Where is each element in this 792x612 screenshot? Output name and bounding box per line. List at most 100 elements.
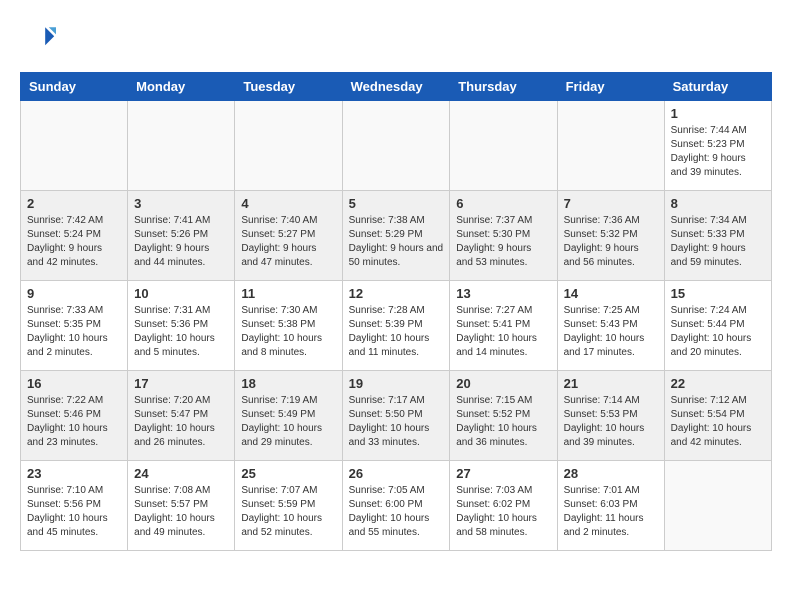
calendar-week-row: 2 Sunrise: 7:42 AM Sunset: 5:24 PM Daylig… <box>21 191 772 281</box>
calendar-day-cell: 7 Sunrise: 7:36 AM Sunset: 5:32 PM Daylig… <box>557 191 664 281</box>
calendar-day-cell <box>557 101 664 191</box>
calendar-day-cell <box>450 101 557 191</box>
calendar-week-row: 9 Sunrise: 7:33 AM Sunset: 5:35 PM Daylig… <box>21 281 772 371</box>
calendar-day-cell: 20 Sunrise: 7:15 AM Sunset: 5:52 PM Dayli… <box>450 371 557 461</box>
calendar-header-tuesday: Tuesday <box>235 73 342 101</box>
day-number: 16 <box>27 376 121 391</box>
calendar-day-cell: 22 Sunrise: 7:12 AM Sunset: 5:54 PM Dayli… <box>664 371 771 461</box>
calendar-day-cell <box>664 461 771 551</box>
calendar-header-thursday: Thursday <box>450 73 557 101</box>
day-info: Sunrise: 7:15 AM Sunset: 5:52 PM Dayligh… <box>456 394 550 450</box>
calendar-day-cell: 12 Sunrise: 7:28 AM Sunset: 5:39 PM Dayli… <box>342 281 450 371</box>
calendar-week-row: 16 Sunrise: 7:22 AM Sunset: 5:46 PM Dayli… <box>21 371 772 461</box>
day-info: Sunrise: 7:41 AM Sunset: 5:26 PM Dayligh… <box>134 214 228 270</box>
calendar-day-cell: 9 Sunrise: 7:33 AM Sunset: 5:35 PM Daylig… <box>21 281 128 371</box>
calendar-day-cell <box>21 101 128 191</box>
calendar-day-cell: 1 Sunrise: 7:44 AM Sunset: 5:23 PM Daylig… <box>664 101 771 191</box>
calendar-day-cell: 3 Sunrise: 7:41 AM Sunset: 5:26 PM Daylig… <box>128 191 235 281</box>
calendar-header-wednesday: Wednesday <box>342 73 450 101</box>
day-info: Sunrise: 7:07 AM Sunset: 5:59 PM Dayligh… <box>241 484 335 540</box>
day-number: 13 <box>456 286 550 301</box>
calendar-day-cell: 24 Sunrise: 7:08 AM Sunset: 5:57 PM Dayli… <box>128 461 235 551</box>
day-number: 20 <box>456 376 550 391</box>
calendar-day-cell: 2 Sunrise: 7:42 AM Sunset: 5:24 PM Daylig… <box>21 191 128 281</box>
day-number: 10 <box>134 286 228 301</box>
day-number: 21 <box>564 376 658 391</box>
day-info: Sunrise: 7:33 AM Sunset: 5:35 PM Dayligh… <box>27 304 121 360</box>
calendar-day-cell: 4 Sunrise: 7:40 AM Sunset: 5:27 PM Daylig… <box>235 191 342 281</box>
calendar-day-cell: 26 Sunrise: 7:05 AM Sunset: 6:00 PM Dayli… <box>342 461 450 551</box>
calendar-day-cell: 28Sunrise: 7:01 AM Sunset: 6:03 PM Dayli… <box>557 461 664 551</box>
day-number: 2 <box>27 196 121 211</box>
day-number: 8 <box>671 196 765 211</box>
day-number: 6 <box>456 196 550 211</box>
calendar-day-cell <box>342 101 450 191</box>
calendar-day-cell: 25 Sunrise: 7:07 AM Sunset: 5:59 PM Dayli… <box>235 461 342 551</box>
day-info: Sunrise: 7:03 AM Sunset: 6:02 PM Dayligh… <box>456 484 550 540</box>
calendar-day-cell: 5 Sunrise: 7:38 AM Sunset: 5:29 PM Daylig… <box>342 191 450 281</box>
calendar-day-cell: 18 Sunrise: 7:19 AM Sunset: 5:49 PM Dayli… <box>235 371 342 461</box>
calendar-day-cell: 10 Sunrise: 7:31 AM Sunset: 5:36 PM Dayli… <box>128 281 235 371</box>
day-number: 24 <box>134 466 228 481</box>
day-info: Sunrise: 7:14 AM Sunset: 5:53 PM Dayligh… <box>564 394 658 450</box>
day-info: Sunrise: 7:36 AM Sunset: 5:32 PM Dayligh… <box>564 214 658 270</box>
calendar-day-cell: 27 Sunrise: 7:03 AM Sunset: 6:02 PM Dayli… <box>450 461 557 551</box>
calendar-week-row: 1 Sunrise: 7:44 AM Sunset: 5:23 PM Daylig… <box>21 101 772 191</box>
day-info: Sunrise: 7:40 AM Sunset: 5:27 PM Dayligh… <box>241 214 335 270</box>
day-number: 27 <box>456 466 550 481</box>
day-number: 26 <box>349 466 444 481</box>
calendar-day-cell: 16 Sunrise: 7:22 AM Sunset: 5:46 PM Dayli… <box>21 371 128 461</box>
calendar-header-row: SundayMondayTuesdayWednesdayThursdayFrid… <box>21 73 772 101</box>
day-info: Sunrise: 7:08 AM Sunset: 5:57 PM Dayligh… <box>134 484 228 540</box>
day-info: Sunrise: 7:20 AM Sunset: 5:47 PM Dayligh… <box>134 394 228 450</box>
day-info: Sunrise: 7:34 AM Sunset: 5:33 PM Dayligh… <box>671 214 765 270</box>
calendar-day-cell: 13 Sunrise: 7:27 AM Sunset: 5:41 PM Dayli… <box>450 281 557 371</box>
day-number: 22 <box>671 376 765 391</box>
calendar-day-cell: 11Sunrise: 7:30 AM Sunset: 5:38 PM Dayli… <box>235 281 342 371</box>
day-info: Sunrise: 7:19 AM Sunset: 5:49 PM Dayligh… <box>241 394 335 450</box>
day-number: 12 <box>349 286 444 301</box>
day-info: Sunrise: 7:25 AM Sunset: 5:43 PM Dayligh… <box>564 304 658 360</box>
day-info: Sunrise: 7:42 AM Sunset: 5:24 PM Dayligh… <box>27 214 121 270</box>
logo <box>20 20 60 56</box>
day-number: 17 <box>134 376 228 391</box>
logo-icon <box>20 20 56 56</box>
day-number: 23 <box>27 466 121 481</box>
day-info: Sunrise: 7:38 AM Sunset: 5:29 PM Dayligh… <box>349 214 444 270</box>
calendar-day-cell: 21 Sunrise: 7:14 AM Sunset: 5:53 PM Dayli… <box>557 371 664 461</box>
day-number: 4 <box>241 196 335 211</box>
calendar-day-cell: 8 Sunrise: 7:34 AM Sunset: 5:33 PM Daylig… <box>664 191 771 281</box>
calendar-day-cell <box>128 101 235 191</box>
day-info: Sunrise: 7:27 AM Sunset: 5:41 PM Dayligh… <box>456 304 550 360</box>
day-info: Sunrise: 7:17 AM Sunset: 5:50 PM Dayligh… <box>349 394 444 450</box>
day-number: 28 <box>564 466 658 481</box>
calendar-day-cell: 23 Sunrise: 7:10 AM Sunset: 5:56 PM Dayli… <box>21 461 128 551</box>
calendar-day-cell: 15Sunrise: 7:24 AM Sunset: 5:44 PM Dayli… <box>664 281 771 371</box>
calendar-day-cell: 19 Sunrise: 7:17 AM Sunset: 5:50 PM Dayli… <box>342 371 450 461</box>
day-number: 19 <box>349 376 444 391</box>
day-number: 3 <box>134 196 228 211</box>
day-info: Sunrise: 7:05 AM Sunset: 6:00 PM Dayligh… <box>349 484 444 540</box>
day-number: 1 <box>671 106 765 121</box>
day-info: Sunrise: 7:10 AM Sunset: 5:56 PM Dayligh… <box>27 484 121 540</box>
day-info: Sunrise: 7:22 AM Sunset: 5:46 PM Dayligh… <box>27 394 121 450</box>
calendar-day-cell: 17 Sunrise: 7:20 AM Sunset: 5:47 PM Dayli… <box>128 371 235 461</box>
day-number: 18 <box>241 376 335 391</box>
calendar-day-cell <box>235 101 342 191</box>
calendar-day-cell: 14Sunrise: 7:25 AM Sunset: 5:43 PM Dayli… <box>557 281 664 371</box>
day-number: 7 <box>564 196 658 211</box>
calendar-week-row: 23 Sunrise: 7:10 AM Sunset: 5:56 PM Dayli… <box>21 461 772 551</box>
day-number: 9 <box>27 286 121 301</box>
day-info: Sunrise: 7:12 AM Sunset: 5:54 PM Dayligh… <box>671 394 765 450</box>
day-info: Sunrise: 7:44 AM Sunset: 5:23 PM Dayligh… <box>671 124 765 180</box>
calendar-header-friday: Friday <box>557 73 664 101</box>
day-number: 5 <box>349 196 444 211</box>
day-info: Sunrise: 7:31 AM Sunset: 5:36 PM Dayligh… <box>134 304 228 360</box>
page-header <box>20 20 772 56</box>
day-info: Sunrise: 7:37 AM Sunset: 5:30 PM Dayligh… <box>456 214 550 270</box>
calendar-header-monday: Monday <box>128 73 235 101</box>
day-info: Sunrise: 7:28 AM Sunset: 5:39 PM Dayligh… <box>349 304 444 360</box>
day-info: Sunrise: 7:30 AM Sunset: 5:38 PM Dayligh… <box>241 304 335 360</box>
day-number: 25 <box>241 466 335 481</box>
calendar-day-cell: 6 Sunrise: 7:37 AM Sunset: 5:30 PM Daylig… <box>450 191 557 281</box>
